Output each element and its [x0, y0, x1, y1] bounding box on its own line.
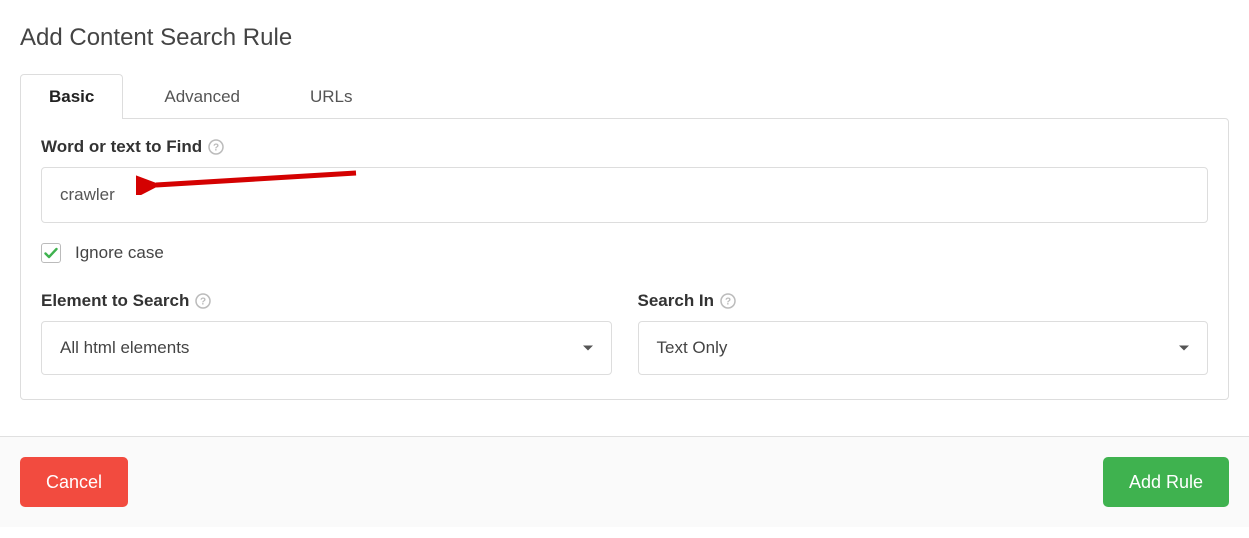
chevron-down-icon: [1179, 346, 1189, 351]
element-to-search-select[interactable]: All html elements: [41, 321, 612, 375]
label-text: Search In: [638, 291, 715, 311]
help-icon[interactable]: ?: [208, 139, 224, 155]
check-icon: [43, 245, 59, 261]
label-text: Element to Search: [41, 291, 189, 311]
label-text: Word or text to Find: [41, 137, 202, 157]
field-label-word-to-find: Word or text to Find ?: [41, 137, 1208, 157]
search-in-select[interactable]: Text Only: [638, 321, 1209, 375]
cancel-button[interactable]: Cancel: [20, 457, 128, 507]
field-label-element-to-search: Element to Search ?: [41, 291, 612, 311]
help-icon[interactable]: ?: [720, 293, 736, 309]
tab-basic[interactable]: Basic: [20, 74, 123, 119]
tab-bar: Basic Advanced URLs: [20, 74, 1229, 118]
tab-advanced[interactable]: Advanced: [135, 74, 269, 119]
dialog-footer: Cancel Add Rule: [0, 436, 1249, 527]
tab-urls[interactable]: URLs: [281, 74, 382, 119]
select-value: All html elements: [60, 338, 189, 358]
select-value: Text Only: [657, 338, 728, 358]
chevron-down-icon: [583, 346, 593, 351]
help-icon[interactable]: ?: [195, 293, 211, 309]
svg-text:?: ?: [200, 297, 206, 308]
ignore-case-label: Ignore case: [75, 243, 164, 263]
field-label-search-in: Search In ?: [638, 291, 1209, 311]
element-to-search-field: Element to Search ? All html elements: [41, 291, 612, 375]
ignore-case-checkbox[interactable]: [41, 243, 61, 263]
svg-text:?: ?: [213, 143, 219, 154]
page-title: Add Content Search Rule: [20, 24, 1229, 52]
word-to-find-input[interactable]: [41, 167, 1208, 223]
svg-text:?: ?: [725, 297, 731, 308]
add-rule-button[interactable]: Add Rule: [1103, 457, 1229, 507]
search-in-field: Search In ? Text Only: [638, 291, 1209, 375]
tab-panel-basic: Word or text to Find ? Ignore case: [20, 118, 1229, 400]
